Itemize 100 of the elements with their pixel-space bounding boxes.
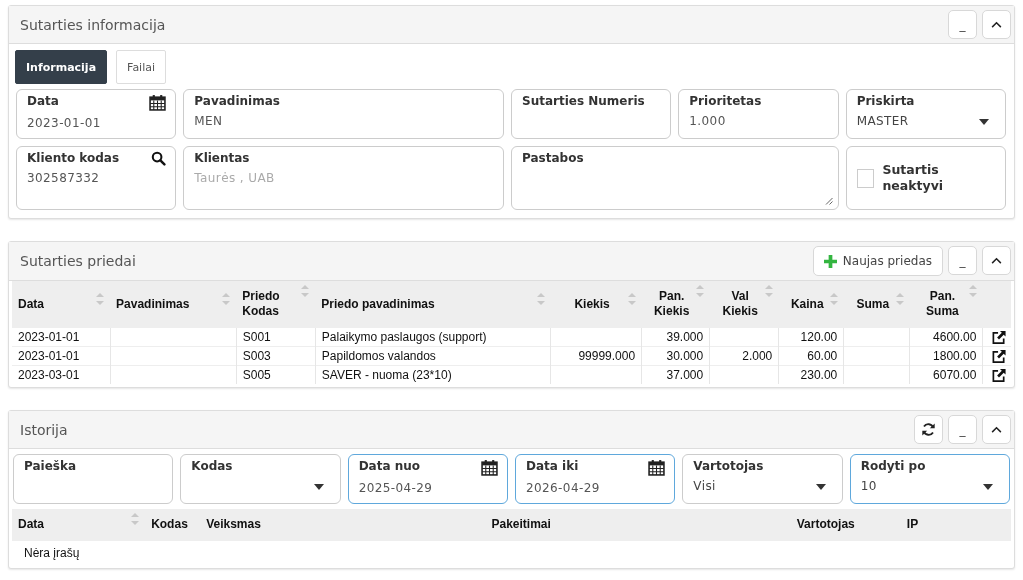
checkbox[interactable] [856, 168, 875, 188]
column-header[interactable]: Pan. Kiekis [641, 281, 710, 328]
table-cell: 4600.00 [909, 327, 983, 347]
field-label: Klientas [194, 151, 250, 166]
field-label: Prioritetas [689, 94, 762, 109]
caret-down-icon [313, 483, 324, 490]
table-cell: 120.00 [778, 327, 844, 347]
column-header[interactable]: Suma [843, 281, 910, 328]
field-label: Priskirta [856, 94, 915, 109]
tab[interactable]: Informacija [15, 50, 108, 84]
search-field[interactable]: Kliento kodas 302587332 [16, 146, 177, 210]
field-label: Kliento kodas [27, 151, 120, 166]
caret-down-icon [815, 483, 826, 490]
table-cell: 1800.00 [909, 346, 983, 366]
external-link-icon[interactable] [991, 329, 1008, 345]
column-header: Kodas [145, 509, 201, 541]
panel-title: Istorija [20, 421, 69, 438]
column-header[interactable]: Kaina [778, 281, 844, 328]
chevron-up-icon [991, 257, 1002, 264]
sort-icon [695, 285, 704, 297]
add-button[interactable]: Naujas priedas [812, 246, 943, 276]
field-label: Data [27, 94, 59, 109]
chevron-up-icon [991, 426, 1002, 433]
column-header[interactable]: Pan. Suma [909, 281, 983, 328]
search-icon[interactable] [151, 151, 167, 166]
sort-icon [829, 292, 838, 305]
field-label: Pavadinimas [194, 94, 280, 109]
table-cell: 99999.000 [550, 346, 642, 366]
sort-icon [131, 513, 140, 525]
field-label: Rodyti po [860, 459, 926, 474]
checkbox-label: Sutartis neaktyvi [882, 162, 945, 194]
minimize-button[interactable]: _ [948, 415, 977, 444]
table-cell: 37.000 [641, 365, 710, 384]
sort-icon [536, 292, 545, 305]
table-cell: 6070.00 [909, 365, 983, 384]
refresh-icon [921, 422, 936, 437]
tab[interactable]: Failai [116, 50, 167, 84]
dropdown-field[interactable]: Kodas [180, 454, 341, 504]
dropdown-field[interactable]: Priskirta MASTER [845, 89, 1006, 139]
date-field[interactable]: Data iki 2026-04-29 [515, 454, 676, 504]
table-cell: SAVER - nuoma (23*10) [315, 365, 551, 384]
external-link-icon[interactable] [991, 348, 1008, 364]
panel-title: Sutarties informacija [20, 16, 167, 33]
field-label: Data iki [526, 459, 579, 474]
column-header[interactable]: Priedo pavadinimas [315, 281, 551, 328]
sort-icon [968, 285, 977, 297]
caret-down-icon [979, 118, 989, 125]
column-header: Vartotojas [790, 509, 901, 541]
table-cell: Palaikymo paslaugos (support) [315, 327, 551, 347]
notes-field[interactable]: Pastabos [511, 146, 839, 210]
date-field[interactable]: Data nuo 2025-04-29 [347, 454, 508, 504]
table-cell: S003 [236, 346, 316, 366]
calendar-icon[interactable] [149, 94, 167, 111]
field-label: Vartotojas [693, 459, 764, 474]
column-header[interactable]: Data [12, 509, 146, 541]
minimize-button[interactable]: _ [948, 10, 977, 39]
dropdown-field[interactable]: Vartotojas Visi [682, 454, 843, 504]
collapse-button[interactable] [982, 10, 1011, 39]
minimize-button[interactable]: _ [948, 246, 977, 275]
external-link-icon[interactable] [991, 367, 1008, 383]
column-header[interactable]: Pavadinimas [110, 281, 237, 328]
column-header[interactable]: Priedo Kodas [236, 281, 316, 328]
resize-grip-icon[interactable] [824, 197, 833, 205]
field-label: Paieška [24, 459, 77, 474]
caret-down-icon [983, 483, 993, 490]
column-header[interactable]: Data [12, 281, 111, 328]
text-field[interactable]: Sutarties Numeris [511, 89, 672, 139]
sort-icon [895, 292, 904, 305]
date-field[interactable]: Data 2023-01-01 [16, 89, 177, 139]
text-field[interactable]: Paieška [13, 454, 174, 504]
column-header: Pakeitimai [485, 509, 791, 541]
refresh-button[interactable] [914, 415, 943, 444]
field-label: Kodas [191, 459, 233, 474]
column-header[interactable]: Val Kiekis [709, 281, 779, 328]
table-cell: 39.000 [641, 327, 710, 347]
sort-icon [627, 292, 636, 305]
column-header[interactable]: Kiekis [550, 281, 642, 328]
calendar-icon[interactable] [648, 459, 666, 476]
text-field[interactable]: Prioritetas 1.000 [678, 89, 839, 139]
sort-icon [301, 285, 310, 297]
table-cell: 60.00 [778, 346, 844, 366]
calendar-icon[interactable] [481, 459, 498, 476]
table-cell: 230.00 [778, 365, 844, 384]
field-label: Sutarties Numeris [522, 94, 645, 109]
column-header: IP [900, 509, 1011, 541]
collapse-button[interactable] [982, 415, 1011, 444]
text-field[interactable]: Klientas Taurės , UAB [183, 146, 504, 210]
table-cell: 2023-01-01 [12, 327, 111, 347]
field-label: Pastabos [522, 151, 585, 166]
table-cell: Papildomos valandos [315, 346, 551, 366]
text-field[interactable]: Pavadinimas MEN [183, 89, 504, 139]
dropdown-field[interactable]: Rodyti po 10 [849, 454, 1010, 504]
sort-icon [764, 285, 773, 297]
table-cell: S005 [236, 365, 316, 384]
plus-icon [823, 254, 837, 268]
table-cell: 2023-03-01 [12, 365, 111, 384]
table-cell: S001 [236, 327, 316, 347]
collapse-button[interactable] [982, 246, 1011, 275]
field-label: Data nuo [358, 459, 421, 474]
sort-icon [96, 292, 105, 305]
